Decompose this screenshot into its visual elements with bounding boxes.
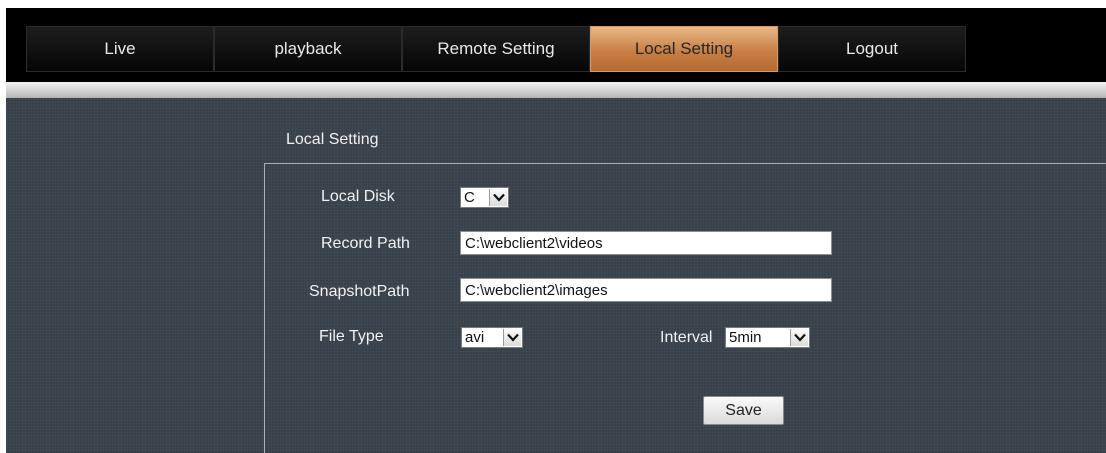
file-type-label: File Type	[319, 328, 384, 345]
chevron-down-icon	[790, 329, 808, 346]
snapshot-path-label: SnapshotPath	[309, 283, 410, 300]
interval-label: Interval	[660, 329, 713, 346]
interval-select[interactable]: 5min	[725, 327, 810, 348]
local-disk-value: C	[464, 189, 475, 206]
chevron-down-icon	[489, 189, 507, 206]
record-path-input[interactable]	[460, 231, 832, 255]
tab-remote-setting[interactable]: Remote Setting	[402, 26, 590, 72]
local-settings-panel	[264, 163, 1106, 453]
file-type-value: avi	[465, 329, 485, 346]
tab-playback[interactable]: playback	[214, 26, 402, 72]
nav-tabs: Live playback Remote Setting Local Setti…	[26, 26, 966, 72]
snapshot-path-input[interactable]	[460, 278, 832, 302]
local-disk-select[interactable]: C	[460, 187, 509, 208]
top-navbar: Live playback Remote Setting Local Setti…	[6, 8, 1106, 82]
tab-live[interactable]: Live	[26, 26, 214, 72]
chevron-down-icon	[503, 329, 521, 346]
file-type-select[interactable]: avi	[461, 327, 523, 348]
record-path-label: Record Path	[321, 235, 410, 252]
interval-value: 5min	[729, 329, 762, 346]
section-title: Local Setting	[286, 131, 379, 148]
header-separator	[6, 82, 1106, 98]
tab-local-setting[interactable]: Local Setting	[590, 26, 778, 72]
save-button[interactable]: Save	[703, 396, 784, 425]
local-disk-label: Local Disk	[321, 188, 395, 205]
tab-logout[interactable]: Logout	[778, 26, 966, 72]
